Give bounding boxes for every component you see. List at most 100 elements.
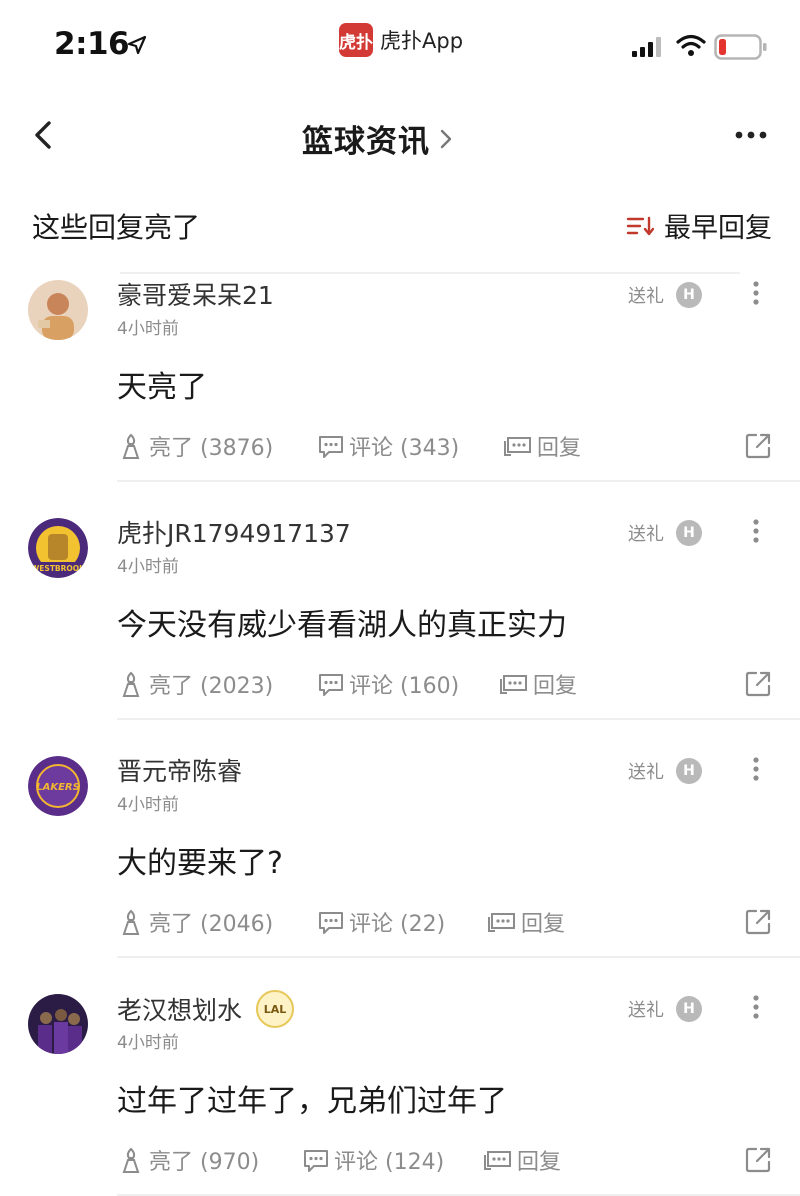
reply-label: 回复	[537, 436, 582, 461]
location-arrow-icon	[127, 35, 147, 55]
hupu-logo-icon: 虎扑	[339, 23, 373, 57]
comment-button[interactable]: 评论 (160)	[317, 668, 459, 700]
reply-label: 回复	[521, 912, 566, 937]
username[interactable]: 豪哥爱呆呆21	[117, 276, 274, 312]
torch-like-icon	[122, 433, 140, 459]
reply-button[interactable]: 回复	[499, 668, 577, 700]
username[interactable]: 老汉想划水	[117, 991, 242, 1027]
timestamp: 4小时前	[117, 795, 179, 815]
return-to-app[interactable]: 虎扑 虎扑App	[339, 22, 463, 58]
comment-text: 过年了过年了，兄弟们过年了	[117, 1084, 507, 1119]
comment-item: 老汉想划水 LAL 4小时前 送礼 H 过年了过年了，兄弟们过年了 亮了 (97…	[0, 986, 800, 1196]
section-title: 这些回复亮了	[32, 211, 201, 244]
wifi-icon	[676, 34, 706, 56]
timestamp: 4小时前	[117, 557, 179, 577]
team-badge: LAL	[256, 990, 295, 1028]
like-button[interactable]: 亮了 (3876)	[117, 430, 273, 462]
comment-actions: 亮了 (970) 评论 (124) 回复	[117, 1144, 777, 1178]
torch-like-icon	[122, 671, 140, 697]
comment-count: 评论 (124)	[334, 1150, 445, 1175]
comment-text: 今天没有威少看看湖人的真正实力	[117, 608, 567, 643]
torch-like-icon	[122, 1147, 140, 1173]
share-icon[interactable]	[744, 432, 772, 460]
divider	[117, 480, 800, 482]
sort-icon	[626, 216, 654, 235]
comment-actions: 亮了 (3876) 评论 (343) 回复	[117, 430, 777, 464]
reply-bubble-icon	[504, 437, 531, 456]
gift-label: 送礼	[628, 762, 664, 783]
like-button[interactable]: 亮了 (2046)	[117, 906, 273, 938]
status-time: 2:16	[54, 26, 130, 62]
page-title: 篮球资讯	[302, 124, 430, 160]
reply-label: 回复	[517, 1150, 562, 1175]
more-options-icon[interactable]	[734, 130, 768, 140]
comment-text: 天亮了	[117, 370, 207, 405]
timestamp: 4小时前	[117, 1033, 179, 1053]
comment-bubble-icon	[304, 1150, 328, 1172]
share-icon[interactable]	[744, 908, 772, 936]
like-count: 亮了 (2023)	[149, 674, 274, 699]
avatar-text: WESTBROOK	[31, 564, 86, 573]
comment-count: 评论 (22)	[349, 912, 446, 937]
return-app-name: 虎扑App	[380, 29, 464, 53]
kebab-menu-icon[interactable]	[752, 280, 760, 306]
comment-button[interactable]: 评论 (343)	[317, 430, 459, 462]
gift-button[interactable]: 送礼 H	[628, 282, 702, 308]
gift-button[interactable]: 送礼 H	[628, 520, 702, 546]
like-button[interactable]: 亮了 (2023)	[117, 668, 273, 700]
avatar[interactable]: LAKERS	[28, 756, 88, 816]
avatar-text: LAKERS	[36, 782, 80, 793]
comment-item: 豪哥爱呆呆21 4小时前 送礼 H 天亮了 亮了 (3876) 评论 (343)	[0, 272, 800, 510]
nav-bar: 篮球资讯	[0, 92, 800, 180]
comment-count: 评论 (160)	[349, 674, 460, 699]
comment-actions: 亮了 (2023) 评论 (160) 回复	[117, 668, 777, 702]
reply-button[interactable]: 回复	[503, 430, 581, 462]
coin-icon: H	[676, 282, 702, 308]
share-icon[interactable]	[744, 670, 772, 698]
like-count: 亮了 (970)	[149, 1150, 260, 1175]
nav-title-button[interactable]: 篮球资讯	[302, 116, 452, 161]
reply-bubble-icon	[488, 913, 515, 932]
gift-button[interactable]: 送礼 H	[628, 758, 702, 784]
gift-button[interactable]: 送礼 H	[628, 996, 702, 1022]
comment-bubble-icon	[319, 912, 343, 934]
status-bar: 2:16 虎扑 虎扑App	[0, 0, 800, 92]
like-button[interactable]: 亮了 (970)	[117, 1144, 259, 1176]
coin-icon: H	[676, 520, 702, 546]
timestamp: 4小时前	[117, 319, 179, 339]
share-icon[interactable]	[744, 1146, 772, 1174]
avatar[interactable]	[28, 280, 88, 340]
coin-icon: H	[676, 996, 702, 1022]
kebab-menu-icon[interactable]	[752, 518, 760, 544]
reply-button[interactable]: 回复	[487, 906, 565, 938]
kebab-menu-icon[interactable]	[752, 756, 760, 782]
sort-label: 最早回复	[664, 213, 772, 244]
comment-item: LAKERS 晋元帝陈睿 4小时前 送礼 H 大的要来了? 亮了 (2046) …	[0, 748, 800, 986]
back-arrow-icon[interactable]	[32, 120, 54, 150]
like-count: 亮了 (3876)	[149, 436, 274, 461]
torch-like-icon	[122, 909, 140, 935]
comment-bubble-icon	[319, 674, 343, 696]
kebab-menu-icon[interactable]	[752, 994, 760, 1020]
avatar[interactable]: WESTBROOK	[28, 518, 88, 578]
cellular-signal-icon	[632, 37, 661, 57]
coin-icon: H	[676, 758, 702, 784]
reply-button[interactable]: 回复	[483, 1144, 561, 1176]
username[interactable]: 晋元帝陈睿	[117, 752, 242, 788]
section-header: 这些回复亮了 最早回复	[0, 196, 800, 256]
divider	[117, 718, 800, 720]
comment-actions: 亮了 (2046) 评论 (22) 回复	[117, 906, 777, 940]
reply-label: 回复	[533, 674, 578, 699]
gift-label: 送礼	[628, 1000, 664, 1021]
reply-bubble-icon	[484, 1151, 511, 1170]
divider	[117, 956, 800, 958]
comment-button[interactable]: 评论 (124)	[302, 1144, 444, 1176]
like-count: 亮了 (2046)	[149, 912, 274, 937]
avatar[interactable]	[28, 994, 88, 1054]
gift-label: 送礼	[628, 524, 664, 545]
username[interactable]: 虎扑JR1794917137	[117, 514, 351, 550]
comment-button[interactable]: 评论 (22)	[317, 906, 445, 938]
comment-item: WESTBROOK 虎扑JR1794917137 4小时前 送礼 H 今天没有威…	[0, 510, 800, 748]
reply-bubble-icon	[500, 675, 527, 694]
sort-button[interactable]: 最早回复	[626, 206, 772, 245]
